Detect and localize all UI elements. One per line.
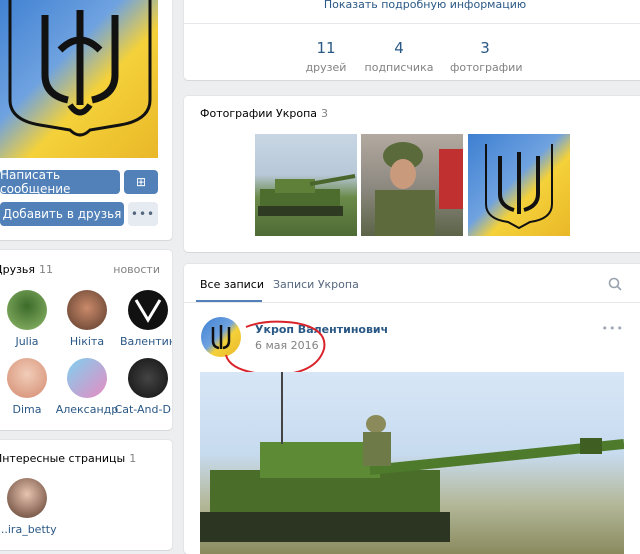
friend-avatar xyxy=(128,290,168,330)
more-dots-icon: ••• xyxy=(130,207,156,221)
tab-all-posts[interactable]: Все записи xyxy=(200,278,264,291)
photo-thumb[interactable] xyxy=(255,134,357,236)
stat-label: фотографии xyxy=(450,61,523,74)
friend-item[interactable]: Валентин xyxy=(113,290,172,348)
stat-followers[interactable]: 4 подписчика xyxy=(364,39,434,74)
red-annotation-ellipse xyxy=(225,320,326,377)
post-menu-icon[interactable]: ••• xyxy=(602,322,624,335)
info-card: Показать подробную информацию 11 друзей … xyxy=(184,0,640,80)
gift-button[interactable]: ⊞ xyxy=(124,170,158,194)
soldier-image xyxy=(375,142,463,236)
stat-label: подписчика xyxy=(364,61,434,74)
tab-owner-posts[interactable]: Записи Укропа xyxy=(273,278,359,291)
show-details-link[interactable]: Показать подробную информацию xyxy=(184,0,640,11)
tank-image xyxy=(258,174,356,216)
gift-icon: ⊞ xyxy=(135,175,147,189)
tank-image xyxy=(200,372,625,542)
friends-news-link[interactable]: новости xyxy=(113,263,160,276)
add-friend-button[interactable]: Добавить в друзья xyxy=(0,202,124,226)
search-icon[interactable] xyxy=(608,277,622,294)
friend-item[interactable]: Нікіта xyxy=(52,290,122,348)
friends-card: Друзья11 новости Julia Нікіта Валентин D… xyxy=(0,250,172,430)
friend-avatar xyxy=(7,290,47,330)
friend-name: Cat-And-D... xyxy=(114,403,172,416)
pages-count: 1 xyxy=(129,452,137,465)
page-item[interactable]: ...ira_betty xyxy=(0,478,62,536)
friend-avatar xyxy=(7,358,47,398)
stat-photos[interactable]: 3 фотографии xyxy=(450,39,523,74)
tab-label: Все записи xyxy=(200,278,264,291)
pages-title: Интересные страницы xyxy=(0,452,126,465)
send-message-button[interactable]: Написать сообщение xyxy=(0,168,120,196)
stat-label: друзей xyxy=(305,61,347,74)
post-image[interactable] xyxy=(200,372,625,554)
friend-item[interactable]: Cat-And-D... xyxy=(113,358,172,416)
profile-avatar[interactable] xyxy=(0,0,158,158)
friends-header[interactable]: Друзья11 xyxy=(0,263,53,276)
page-avatar xyxy=(7,478,47,518)
friend-name: Нікіта xyxy=(69,335,105,348)
photos-title: Фотографии Укропа xyxy=(200,107,318,120)
trident-icon xyxy=(8,0,152,137)
pages-card: Интересные страницы 1 ...ira_betty xyxy=(0,440,172,550)
stat-value: 11 xyxy=(316,39,336,57)
wall-card: Все записи Записи Укропа Укроп Валентино… xyxy=(184,264,640,554)
friend-name: Александр xyxy=(55,403,119,416)
more-actions-button[interactable]: ••• xyxy=(128,202,158,226)
pages-header[interactable]: Интересные страницы 1 xyxy=(0,452,136,465)
photos-header[interactable]: Фотографии Укропа 3 xyxy=(200,107,328,120)
photo-thumb[interactable] xyxy=(361,134,463,236)
photo-thumb[interactable] xyxy=(468,134,570,236)
friend-name: Валентин xyxy=(119,335,172,348)
friends-count: 11 xyxy=(39,263,54,276)
friends-title: Друзья xyxy=(0,263,36,276)
stat-value: 4 xyxy=(394,39,404,57)
tab-label: Записи Укропа xyxy=(273,278,359,291)
avatar-card: Написать сообщение ⊞ Добавить в друзья •… xyxy=(0,0,172,240)
friend-logo-icon xyxy=(134,299,162,323)
photos-card: Фотографии Укропа 3 xyxy=(184,96,640,252)
photos-count: 3 xyxy=(321,107,329,120)
friend-item[interactable]: Александр xyxy=(52,358,122,416)
friend-avatar xyxy=(67,358,107,398)
divider xyxy=(184,23,640,24)
stat-friends[interactable]: 11 друзей xyxy=(291,39,361,74)
divider xyxy=(184,302,640,303)
friend-avatar xyxy=(67,290,107,330)
friend-avatar xyxy=(128,358,168,398)
stat-value: 3 xyxy=(480,39,490,57)
trident-icon xyxy=(485,144,553,230)
